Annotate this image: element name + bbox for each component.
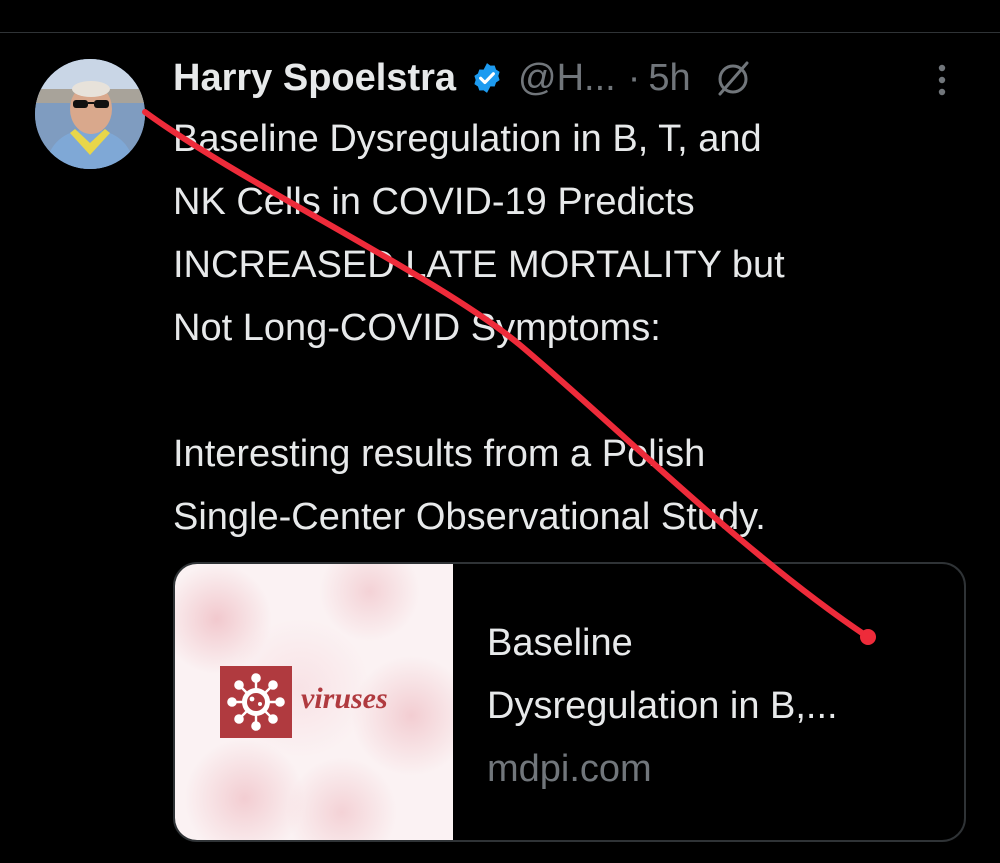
link-preview-thumbnail: viruses bbox=[175, 564, 453, 840]
avatar[interactable] bbox=[35, 59, 145, 169]
tweet-text-line: INCREASED LATE MORTALITY but bbox=[173, 244, 785, 286]
more-icon[interactable] bbox=[930, 60, 954, 100]
tweet-header: Harry Spoelstra @H... · 5h bbox=[173, 48, 753, 108]
separator-dot: · bbox=[627, 56, 641, 99]
link-preview-text: Baseline Dysregulation in B,... mdpi.com bbox=[487, 612, 947, 801]
author-display-name[interactable]: Harry Spoelstra bbox=[173, 57, 456, 100]
tweet-text-line: Not Long-COVID Symptoms: bbox=[173, 307, 661, 349]
link-preview-card[interactable]: viruses Baseline Dysregulation in B,... … bbox=[173, 562, 966, 842]
journal-logo-text: viruses bbox=[301, 682, 388, 715]
tweet-text-line: NK Cells in COVID-19 Predicts bbox=[173, 181, 695, 223]
tweet-text-line: Interesting results from a Polish bbox=[173, 433, 706, 475]
grok-icon[interactable] bbox=[713, 58, 753, 98]
link-preview-domain: mdpi.com bbox=[487, 748, 652, 790]
link-preview-title-line: Baseline bbox=[487, 622, 633, 664]
tweet-text-line: Baseline Dysregulation in B, T, and bbox=[173, 118, 762, 160]
link-preview-title-line: Dysregulation in B,... bbox=[487, 685, 838, 727]
tweet-timestamp[interactable]: 5h bbox=[648, 57, 690, 100]
tweet-text: Baseline Dysregulation in B, T, and NK C… bbox=[173, 108, 963, 549]
author-handle[interactable]: @H... bbox=[518, 57, 616, 100]
virus-logo-icon bbox=[220, 666, 292, 738]
top-divider bbox=[0, 32, 1000, 33]
avatar-image bbox=[35, 59, 145, 169]
tweet-text-line: Single-Center Observational Study. bbox=[173, 496, 766, 538]
verified-badge-icon bbox=[470, 61, 504, 95]
